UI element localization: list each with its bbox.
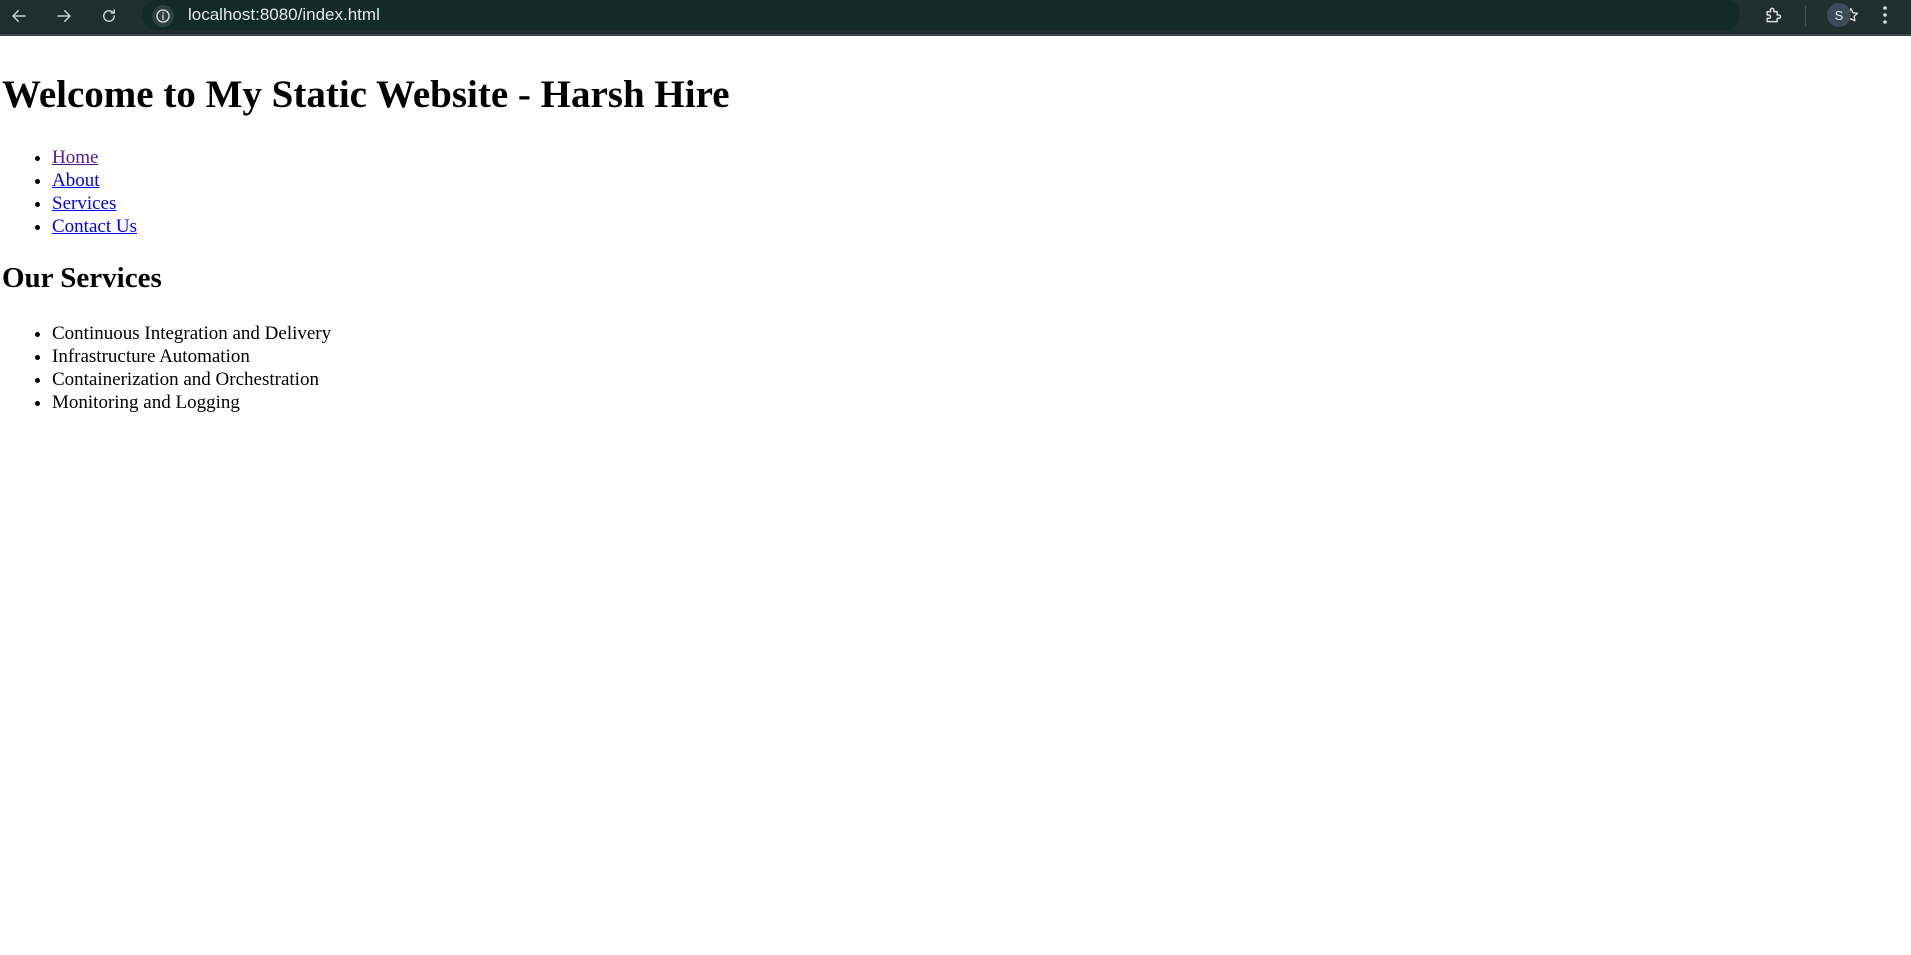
nav-item-services: Services	[52, 192, 137, 215]
url-text[interactable]: localhost:8080/index.html	[188, 5, 380, 25]
reload-icon	[103, 9, 115, 22]
services-heading: Our Services	[2, 262, 162, 294]
services-list: Continuous Integration and Delivery Infr…	[0, 322, 331, 414]
arrow-left-icon	[12, 10, 26, 22]
site-info-button[interactable]	[152, 5, 174, 27]
forward-button[interactable]	[50, 2, 78, 30]
browser-menu-button[interactable]	[1873, 1, 1897, 29]
reload-button[interactable]	[95, 2, 123, 30]
profile-avatar[interactable]: S	[1827, 3, 1851, 27]
back-button[interactable]	[5, 2, 33, 30]
nav-link-services[interactable]: Services	[52, 193, 116, 214]
puzzle-icon	[1766, 7, 1782, 23]
page-content: Welcome to My Static Website - Harsh Hir…	[0, 38, 1911, 955]
service-item: Containerization and Orchestration	[52, 368, 331, 391]
service-item: Continuous Integration and Delivery	[52, 322, 331, 345]
info-icon	[156, 9, 170, 23]
nav-item-about: About	[52, 169, 137, 192]
nav-item-contact: Contact Us	[52, 215, 137, 238]
arrow-right-icon	[57, 10, 71, 22]
toolbar-divider	[1805, 6, 1806, 26]
address-bar[interactable]: localhost:8080/index.html	[142, 0, 1859, 30]
service-item: Monitoring and Logging	[52, 391, 331, 414]
nav-menu: Home About Services Contact Us	[0, 146, 137, 238]
browser-toolbar: localhost:8080/index.html S	[0, 0, 1911, 36]
kebab-menu-icon	[1883, 6, 1887, 24]
page-title: Welcome to My Static Website - Harsh Hir…	[2, 73, 730, 116]
nav-link-about[interactable]: About	[52, 170, 100, 191]
nav-link-home[interactable]: Home	[52, 147, 98, 168]
nav-item-home: Home	[52, 146, 137, 169]
extensions-button[interactable]	[1759, 1, 1787, 29]
service-item: Infrastructure Automation	[52, 345, 331, 368]
nav-link-contact[interactable]: Contact Us	[52, 216, 137, 237]
